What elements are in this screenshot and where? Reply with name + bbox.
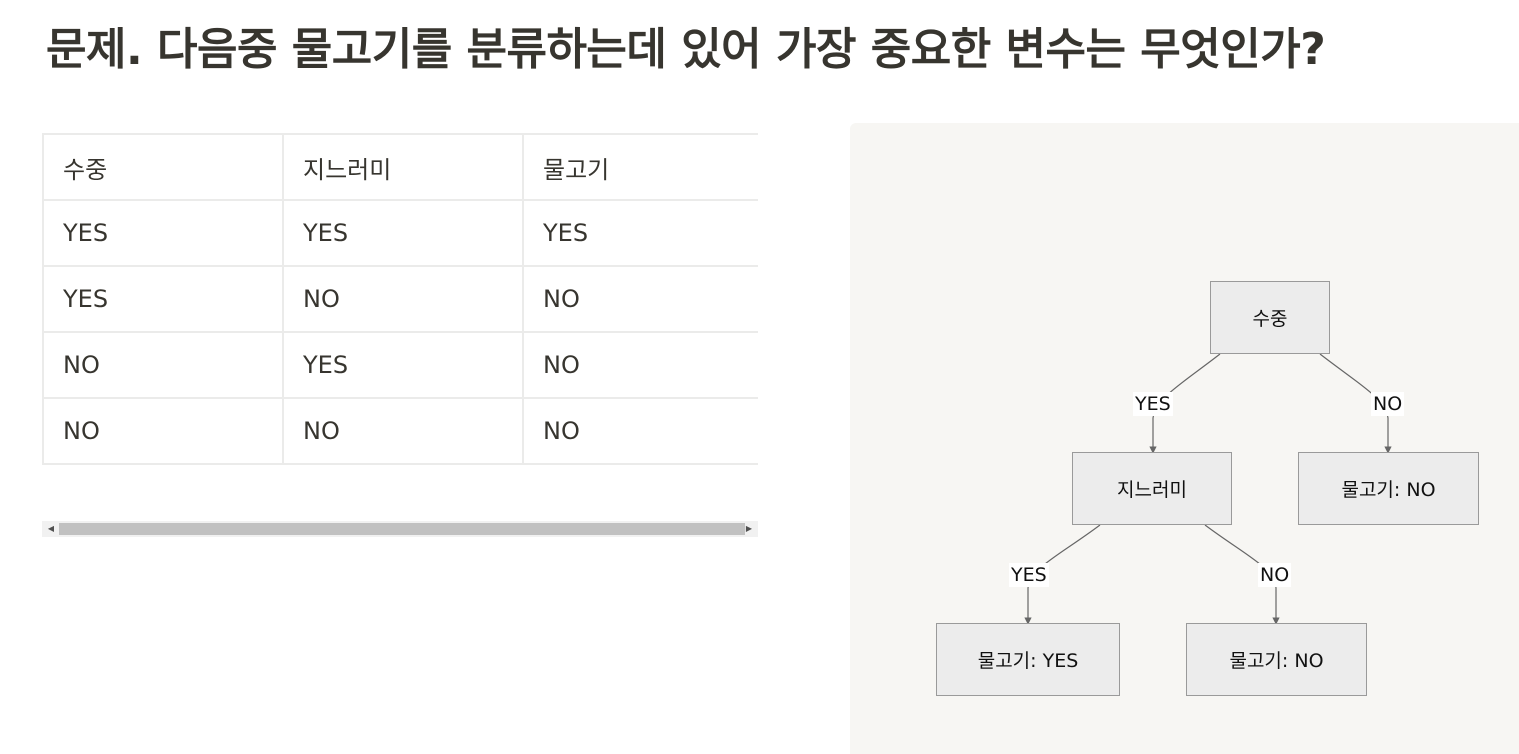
table-cell[interactable]: NO	[522, 331, 758, 399]
decision-tree-diagram: YES NO YES NO 수중 지느러미 물고기: NO 물고기: YES 물…	[850, 123, 1519, 754]
table-cell[interactable]: 물고기	[522, 133, 758, 201]
table-row: YES NO NO	[42, 265, 758, 333]
table-cell[interactable]: NO	[42, 397, 284, 465]
node-fish-yes[interactable]: 물고기: YES	[936, 623, 1120, 696]
table-cell[interactable]: 지느러미	[282, 133, 524, 201]
table-header-row: 수중 지느러미 물고기	[42, 133, 758, 201]
table-row: YES YES YES	[42, 199, 758, 267]
edge-label-no: NO	[1258, 563, 1292, 587]
node-fish-no[interactable]: 물고기: NO	[1298, 452, 1479, 525]
table-row: NO YES NO	[42, 331, 758, 399]
table-cell[interactable]: YES	[522, 199, 758, 267]
node-fins[interactable]: 지느러미	[1072, 452, 1232, 525]
table-cell[interactable]: NO	[522, 397, 758, 465]
scrollbar-thumb[interactable]	[59, 523, 745, 535]
triangle-right-icon[interactable]: ▶	[742, 521, 756, 537]
edge-label-yes: YES	[1133, 392, 1173, 416]
table-row: NO NO NO	[42, 397, 758, 465]
table-cell[interactable]: YES	[282, 199, 524, 267]
table-cell[interactable]: NO	[282, 397, 524, 465]
table-cell[interactable]: YES	[42, 265, 284, 333]
node-fish-no[interactable]: 물고기: NO	[1186, 623, 1367, 696]
node-underwater[interactable]: 수중	[1210, 281, 1330, 354]
table-cell[interactable]: NO	[42, 331, 284, 399]
data-table: 수중 지느러미 물고기 YES YES YES YES NO NO NO YES…	[42, 133, 758, 485]
edge-label-no: NO	[1371, 392, 1405, 416]
table-cell[interactable]: NO	[282, 265, 524, 333]
table-cell[interactable]: 수중	[42, 133, 284, 201]
horizontal-scrollbar[interactable]: ◀ ▶	[42, 521, 758, 537]
page-title: 문제. 다음중 물고기를 분류하는데 있어 가장 중요한 변수는 무엇인가?	[46, 24, 1326, 75]
table-cell[interactable]: YES	[42, 199, 284, 267]
table-cell[interactable]: YES	[282, 331, 524, 399]
table-cell[interactable]: NO	[522, 265, 758, 333]
triangle-left-icon[interactable]: ◀	[44, 521, 58, 537]
edge-label-yes: YES	[1009, 563, 1049, 587]
